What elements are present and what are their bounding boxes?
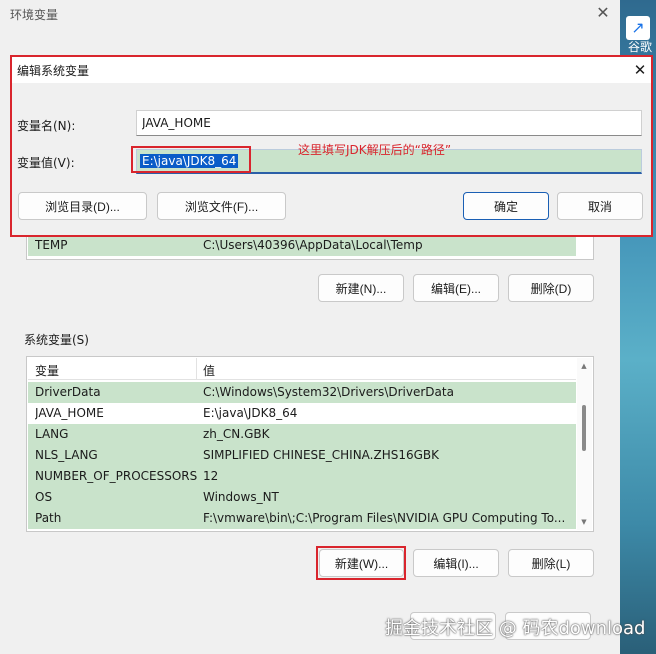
browse-directory-button[interactable]: 浏览目录(D)... <box>18 192 147 220</box>
system-vars-label: 系统变量(S) <box>24 333 89 347</box>
column-header-value[interactable]: 值 <box>203 362 215 379</box>
system-vars-header: 变量 值 <box>28 358 576 380</box>
watermark: 掘金技术社区 @ 码农download <box>385 618 646 639</box>
user-var-value: C:\Users\40396\AppData\Local\Temp <box>203 238 423 252</box>
table-row[interactable]: Path F:\vmware\bin\;C:\Program Files\NVID… <box>28 508 576 529</box>
user-delete-button[interactable]: 删除(D) <box>508 274 594 302</box>
system-var-name: LANG <box>35 427 69 441</box>
system-var-value: E:\java\JDK8_64 <box>203 406 298 420</box>
new-button-highlight <box>316 546 406 580</box>
browse-file-button[interactable]: 浏览文件(F)... <box>157 192 286 220</box>
variable-name-value: JAVA_HOME <box>142 116 211 130</box>
system-edit-button[interactable]: 编辑(I)... <box>413 549 499 577</box>
table-row[interactable]: JAVA_HOME E:\java\JDK8_64 <box>28 403 576 424</box>
system-delete-button[interactable]: 删除(L) <box>508 549 594 577</box>
system-var-value: SIMPLIFIED CHINESE_CHINA.ZHS16GBK <box>203 448 440 462</box>
system-var-name: OS <box>35 490 53 504</box>
system-var-name: NLS_LANG <box>35 448 98 462</box>
user-new-button[interactable]: 新建(N)... <box>318 274 404 302</box>
variable-name-input[interactable]: JAVA_HOME <box>136 110 642 136</box>
scroll-thumb[interactable] <box>582 405 586 451</box>
user-edit-button[interactable]: 编辑(E)... <box>413 274 499 302</box>
table-row[interactable]: NUMBER_OF_PROCESSORS 12 <box>28 466 576 487</box>
system-var-name: JAVA_HOME <box>35 406 104 420</box>
env-vars-close-icon[interactable]: ✕ <box>592 2 614 24</box>
scroll-up-icon[interactable]: ▲ <box>579 362 589 370</box>
dialog-titlebar <box>12 57 651 83</box>
system-var-name: DriverData <box>35 385 101 399</box>
system-var-value: zh_CN.GBK <box>203 427 270 441</box>
cancel-button[interactable]: 取消 <box>557 192 643 220</box>
desktop-shortcut-label: 谷歌 <box>628 40 653 54</box>
env-vars-window-title: 环境变量 <box>10 8 59 22</box>
column-divider <box>196 358 197 380</box>
system-var-value: F:\vmware\bin\;C:\Program Files\NVIDIA G… <box>203 511 566 525</box>
system-var-name: Path <box>35 511 62 525</box>
value-highlight-box <box>131 146 251 173</box>
system-var-value: C:\Windows\System32\Drivers\DriverData <box>203 385 454 399</box>
variable-value-label: 变量值(V): <box>17 156 75 170</box>
scroll-down-icon[interactable]: ▼ <box>579 518 589 526</box>
variable-name-label: 变量名(N): <box>17 119 76 133</box>
system-var-value: Windows_NT <box>203 490 279 504</box>
system-var-value: 12 <box>203 469 219 483</box>
system-var-name: NUMBER_OF_PROCESSORS <box>35 469 198 483</box>
column-header-name[interactable]: 变量 <box>35 362 59 379</box>
dialog-title: 编辑系统变量 <box>17 64 90 78</box>
table-row[interactable]: OS Windows_NT <box>28 487 576 508</box>
shortcut-arrow-icon: ↗ <box>631 18 645 37</box>
table-row[interactable]: DriverData C:\Windows\System32\Drivers\Dr… <box>28 382 576 403</box>
dialog-close-icon[interactable]: ✕ <box>630 60 650 80</box>
annotation-text: 这里填写JDK解压后的“路径” <box>298 143 452 157</box>
table-row[interactable]: TEMP C:\Users\40396\AppData\Local\Temp <box>28 235 576 256</box>
ok-button[interactable]: 确定 <box>463 192 549 220</box>
table-row[interactable]: LANG zh_CN.GBK <box>28 424 576 445</box>
user-var-name: TEMP <box>35 238 68 252</box>
table-row[interactable]: NLS_LANG SIMPLIFIED CHINESE_CHINA.ZHS16GB… <box>28 445 576 466</box>
